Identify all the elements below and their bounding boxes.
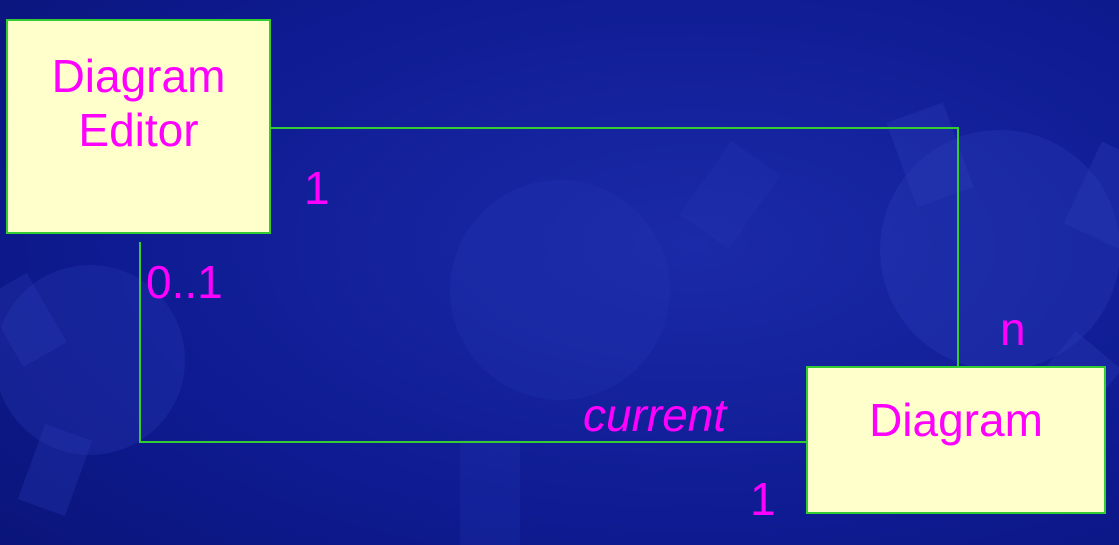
multiplicity-editor-end: 1: [304, 162, 330, 214]
class-box-diagram[interactable]: Diagram: [806, 366, 1106, 514]
class-name-line-1: Diagram: [51, 50, 226, 102]
diagram-slide: Diagram Editor Diagram 1 n 0..1 current …: [0, 0, 1119, 545]
class-name-line-2: Editor: [78, 104, 199, 156]
multiplicity-diagram-end: n: [1000, 303, 1026, 355]
role-name-current: current: [583, 389, 727, 441]
class-box-diagram-editor[interactable]: Diagram Editor: [6, 19, 271, 234]
class-name-diagram: Diagram: [869, 394, 1043, 446]
multiplicity-current-editor-end: 0..1: [146, 256, 223, 308]
multiplicity-current-diagram-end: 1: [750, 473, 776, 525]
